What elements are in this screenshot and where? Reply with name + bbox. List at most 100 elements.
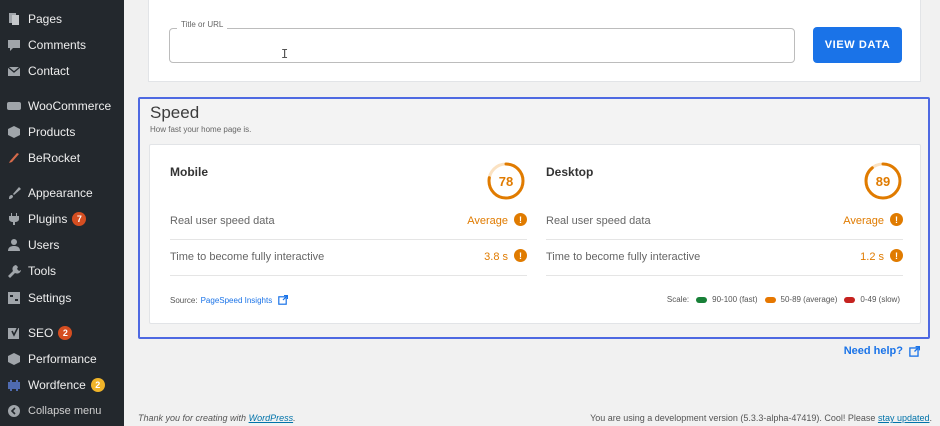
sidebar-item-label: Settings [28, 291, 72, 305]
desktop-interactive-label: Time to become fully interactive [546, 251, 701, 263]
divider [170, 239, 527, 240]
sidebar-item-contact[interactable]: Contact [0, 58, 124, 84]
desktop-score: 89 [875, 173, 891, 189]
mobile-interactive-value: 3.8 s [484, 251, 508, 263]
desktop-real-user-label: Real user speed data [546, 215, 651, 227]
wrench-icon [7, 264, 21, 278]
footer-version-text: You are using a development version (5.3… [590, 413, 876, 423]
pages-icon [7, 12, 21, 26]
sidebar-item-seo[interactable]: SEO 2 [0, 320, 124, 346]
sidebar-item-label: BeRocket [28, 151, 81, 165]
mobile-real-user-warning-icon: ! [514, 213, 527, 226]
speed-card: Mobile 78 Real user speed data Average !… [149, 144, 921, 324]
mail-icon [7, 64, 21, 78]
mobile-interactive-label: Time to become fully interactive [170, 251, 325, 263]
desktop-interactive-warning-icon: ! [890, 249, 903, 262]
seo-notification-badge: 2 [58, 326, 73, 340]
sidebar-item-performance[interactable]: Performance [0, 346, 124, 372]
scale-legend: Scale: 90-100 (fast) 50-89 (average) 0-4… [667, 295, 900, 304]
view-data-button[interactable]: VIEW DATA [813, 27, 902, 63]
sidebar-item-settings[interactable]: Settings [0, 285, 124, 311]
main-content: Title or URL I VIEW DATA Speed How fast … [124, 0, 940, 426]
sidebar-item-label: Pages [28, 12, 63, 26]
divider [546, 239, 903, 240]
external-link-icon [909, 345, 920, 357]
sidebar-item-woocommerce[interactable]: WooCommerce [0, 93, 124, 119]
footer-thanks: Thank you for creating with WordPress. [138, 413, 296, 423]
admin-sidebar: Pages Comments Contact WooCommerce Produ… [0, 0, 124, 426]
sidebar-item-label: Users [28, 238, 60, 252]
sidebar-item-label: Products [28, 125, 76, 139]
berocket-icon [7, 151, 21, 165]
plugins-update-badge: 7 [72, 212, 87, 226]
desktop-real-user-warning-icon: ! [890, 213, 903, 226]
speed-title: Speed [150, 103, 200, 122]
speed-section: Speed How fast your home page is. Mobile… [138, 97, 930, 339]
settings-icon [7, 291, 21, 305]
performance-icon [7, 352, 21, 366]
desktop-title: Desktop [546, 165, 594, 179]
title-or-url-input[interactable] [169, 28, 795, 63]
divider [170, 275, 527, 276]
wordfence-icon [7, 378, 21, 392]
wordpress-link[interactable]: WordPress [249, 413, 294, 423]
external-link-icon[interactable] [278, 295, 289, 305]
sidebar-item-wordfence[interactable]: Wordfence 2 [0, 372, 124, 398]
users-icon [7, 238, 21, 252]
brush-icon [7, 186, 21, 200]
sidebar-item-users[interactable]: Users [0, 232, 124, 258]
sidebar-item-products[interactable]: Products [0, 119, 124, 145]
stay-updated-link[interactable]: stay updated [878, 413, 930, 423]
mobile-score: 78 [498, 173, 514, 189]
collapse-menu-button[interactable]: Collapse menu [0, 398, 124, 424]
sidebar-item-berocket[interactable]: BeRocket [0, 145, 124, 171]
footer-thanks-text: Thank you for creating with [138, 413, 247, 423]
title-or-url-label: Title or URL [177, 20, 228, 29]
seo-icon [7, 326, 21, 340]
sidebar-item-label: Collapse menu [28, 405, 102, 417]
wordfence-notification-badge: 2 [90, 378, 105, 392]
source-prefix: Source: [170, 295, 198, 305]
sidebar-item-appearance[interactable]: Appearance [0, 180, 124, 206]
footer-version-suffix: . [929, 413, 932, 423]
sidebar-item-label: Performance [28, 352, 97, 366]
sidebar-item-pages[interactable]: Pages [0, 6, 124, 32]
url-panel: Title or URL I VIEW DATA [148, 0, 921, 82]
collapse-icon [7, 404, 21, 418]
mobile-real-user-value: Average [467, 215, 508, 227]
footer-thanks-suffix: . [293, 413, 296, 423]
scale-average-label: 50-89 (average) [780, 295, 838, 304]
desktop-interactive-value: 1.2 s [860, 251, 884, 263]
source-line: Source: PageSpeed Insights [170, 295, 289, 305]
desktop-real-user-value: Average [843, 215, 884, 227]
need-help-label: Need help? [843, 345, 903, 357]
scale-fast-label: 90-100 (fast) [712, 295, 758, 304]
mobile-interactive-warning-icon: ! [514, 249, 527, 262]
mobile-real-user-label: Real user speed data [170, 215, 275, 227]
sidebar-item-label: Appearance [28, 186, 93, 200]
average-pill-icon [764, 296, 776, 303]
scale-label: Scale: [666, 295, 690, 304]
slow-pill-icon [844, 296, 856, 303]
comments-icon [7, 38, 21, 52]
sidebar-item-label: Plugins [28, 212, 68, 226]
woocommerce-icon [7, 99, 21, 113]
sidebar-item-label: Wordfence [28, 378, 86, 392]
need-help-link[interactable]: Need help? [844, 345, 920, 357]
sidebar-item-label: Contact [28, 64, 70, 78]
pagespeed-insights-link[interactable]: PageSpeed Insights [201, 296, 273, 305]
sidebar-item-comments[interactable]: Comments [0, 32, 124, 58]
plugin-icon [7, 212, 21, 226]
divider [546, 275, 903, 276]
sidebar-item-plugins[interactable]: Plugins 7 [0, 206, 124, 232]
sidebar-item-label: WooCommerce [28, 99, 112, 113]
sidebar-item-label: SEO [28, 326, 54, 340]
speed-subtitle: How fast your home page is. [150, 125, 252, 134]
sidebar-item-label: Comments [28, 38, 87, 52]
footer-version: You are using a development version (5.3… [590, 413, 932, 423]
fast-pill-icon [696, 296, 708, 303]
sidebar-item-tools[interactable]: Tools [0, 258, 124, 284]
text-cursor-icon: I [281, 47, 289, 61]
sidebar-item-label: Tools [28, 264, 57, 278]
products-icon [7, 125, 21, 139]
